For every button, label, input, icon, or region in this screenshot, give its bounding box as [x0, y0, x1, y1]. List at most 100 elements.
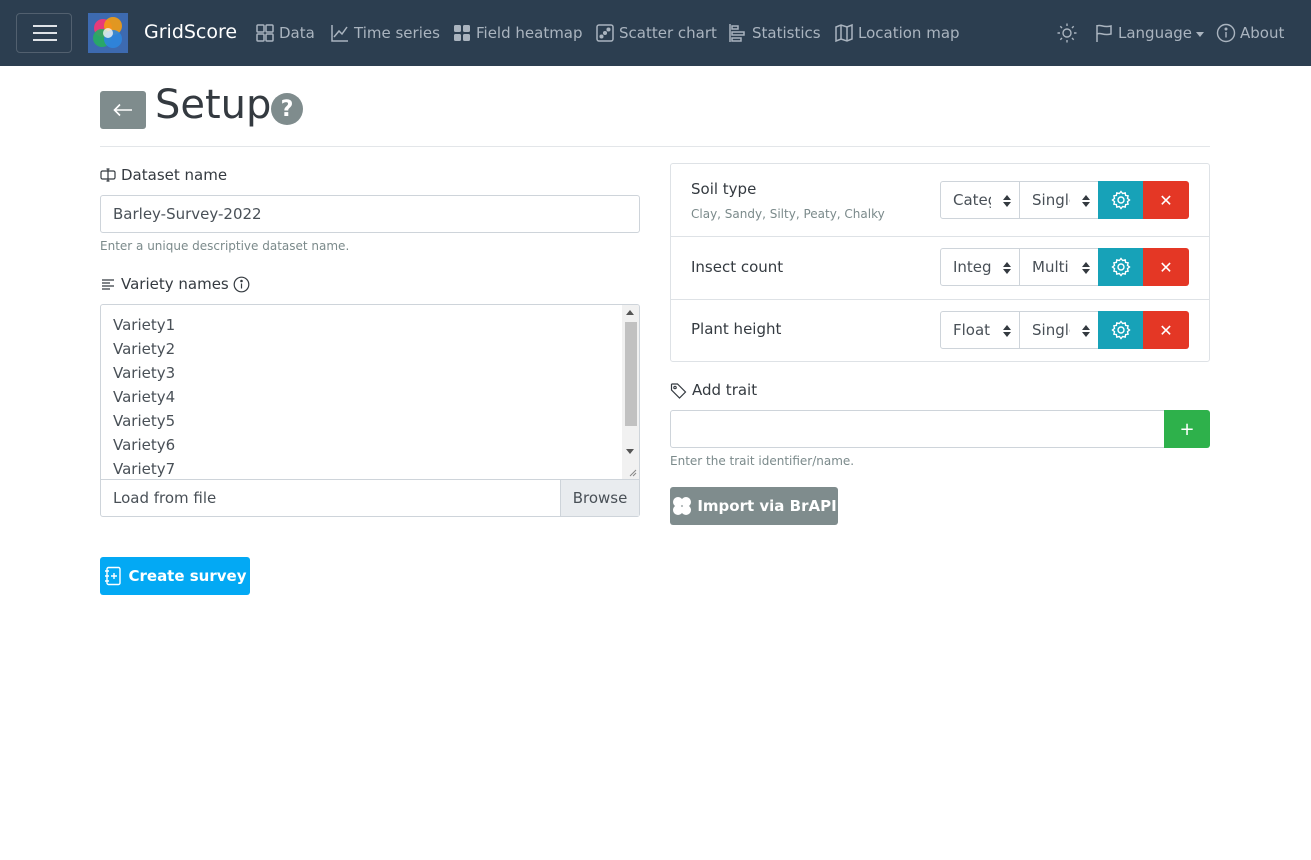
- select-arrows-icon: [1082, 195, 1090, 207]
- dataset-name-input[interactable]: Barley-Survey-2022: [100, 195, 640, 233]
- dataset-name-value: Barley-Survey-2022: [113, 205, 262, 223]
- nav-data-label: Data: [279, 24, 315, 42]
- nav-time-series-label: Time series: [354, 24, 440, 42]
- map-icon: [835, 23, 853, 43]
- close-icon: ✕: [1159, 257, 1173, 277]
- trait-settings-button[interactable]: [1098, 248, 1143, 286]
- help-button[interactable]: ?: [271, 93, 303, 125]
- create-survey-button[interactable]: Create survey: [100, 557, 250, 595]
- back-button[interactable]: [100, 91, 146, 129]
- delete-trait-button[interactable]: ✕: [1143, 248, 1189, 286]
- about-link[interactable]: About: [1216, 20, 1284, 46]
- allow-value: Multiple: [1032, 258, 1070, 276]
- add-trait-help: Enter the trait identifier/name.: [670, 454, 855, 468]
- allow-repeats-select[interactable]: Single: [1019, 311, 1099, 349]
- language-dropdown[interactable]: Language: [1094, 20, 1205, 46]
- gear-icon: [1110, 320, 1131, 340]
- variety-line: Variety1: [113, 316, 176, 334]
- caret-down-icon: [1196, 31, 1205, 37]
- trait-name: Insect count: [691, 258, 784, 276]
- brand-name[interactable]: GridScore: [144, 21, 237, 43]
- trait-row: Soil type Clay, Sandy, Silty, Peaty, Cha…: [671, 164, 1209, 237]
- datatype-value: Categorical: [953, 191, 991, 209]
- datatype-select[interactable]: Categorical: [940, 181, 1020, 219]
- add-trait-button[interactable]: +: [1164, 410, 1210, 448]
- nav-field-heatmap[interactable]: Field heatmap: [452, 20, 583, 46]
- journal-plus-icon: [105, 566, 122, 586]
- statistics-icon: [729, 24, 745, 42]
- trait-controls: Integer Multiple ✕: [940, 248, 1190, 286]
- add-trait-input[interactable]: [670, 410, 1165, 448]
- import-brapi-label: Import via BrAPI: [697, 497, 837, 515]
- browse-button[interactable]: Browse: [560, 480, 639, 516]
- nav-field-heatmap-label: Field heatmap: [476, 24, 583, 42]
- gear-icon: [1110, 190, 1131, 210]
- datatype-value: Float: [953, 321, 991, 339]
- variety-line: Variety4: [113, 388, 176, 406]
- close-icon: ✕: [1159, 320, 1173, 340]
- trait-list: Soil type Clay, Sandy, Silty, Peaty, Cha…: [670, 163, 1210, 362]
- nav-time-series[interactable]: Time series: [330, 20, 440, 46]
- plus-icon: +: [1179, 418, 1195, 440]
- nav-data[interactable]: Data: [255, 20, 315, 46]
- datatype-select[interactable]: Float: [940, 311, 1020, 349]
- gridscore-logo[interactable]: [88, 13, 128, 53]
- scatter-icon: [596, 24, 614, 42]
- scroll-down-arrow-icon[interactable]: [626, 449, 634, 454]
- import-brapi-button[interactable]: Import via BrAPI: [670, 487, 838, 525]
- nav-scatter-chart[interactable]: Scatter chart: [595, 20, 717, 46]
- select-arrows-icon: [1082, 262, 1090, 274]
- add-trait-label-text: Add trait: [692, 381, 758, 399]
- nav-location-map-label: Location map: [858, 24, 960, 42]
- trait-categories: Clay, Sandy, Silty, Peaty, Chalky: [691, 207, 885, 221]
- flag-icon: [1096, 24, 1112, 42]
- variety-line: Variety5: [113, 412, 176, 430]
- textarea-scrollbar[interactable]: [622, 305, 639, 479]
- select-arrows-icon: [1003, 325, 1011, 337]
- theme-toggle-button[interactable]: [1056, 20, 1082, 46]
- scroll-thumb[interactable]: [625, 322, 637, 426]
- variety-names-label-text: Variety names: [121, 275, 229, 293]
- line-chart-icon: [331, 25, 348, 42]
- delete-trait-button[interactable]: ✕: [1143, 311, 1189, 349]
- add-trait-label: Add trait: [670, 381, 757, 399]
- dataset-name-label: Dataset name: [100, 166, 227, 184]
- nav-location-map[interactable]: Location map: [834, 20, 960, 46]
- resize-grip-icon[interactable]: [627, 467, 637, 477]
- dataset-name-label-text: Dataset name: [121, 166, 228, 184]
- trait-settings-button[interactable]: [1098, 311, 1143, 349]
- variety-lines: Variety1 Variety2 Variety3 Variety4 Vari…: [113, 313, 176, 479]
- load-file-input[interactable]: Load from file Browse: [100, 479, 640, 517]
- info-circle-icon[interactable]: [233, 276, 250, 293]
- heatmap-icon: [454, 25, 470, 41]
- allow-value: Single: [1032, 191, 1070, 209]
- trait-name: Soil type: [691, 180, 757, 198]
- allow-repeats-select[interactable]: Multiple: [1019, 248, 1099, 286]
- allow-repeats-select[interactable]: Single: [1019, 181, 1099, 219]
- select-arrows-icon: [1003, 195, 1011, 207]
- trait-settings-button[interactable]: [1098, 181, 1143, 219]
- variety-names-textarea[interactable]: Variety1 Variety2 Variety3 Variety4 Vari…: [100, 304, 640, 480]
- file-placeholder: Load from file: [113, 489, 217, 507]
- data-grid-icon: [256, 24, 274, 42]
- scroll-up-arrow-icon[interactable]: [626, 310, 634, 315]
- nav-scatter-chart-label: Scatter chart: [619, 24, 717, 42]
- page-title: Setup: [155, 82, 272, 128]
- variety-line: Variety7: [113, 460, 176, 478]
- dataset-name-help: Enter a unique descriptive dataset name.: [100, 239, 350, 253]
- language-label: Language: [1118, 24, 1193, 42]
- menu-toggle-button[interactable]: [16, 13, 72, 53]
- datatype-value: Integer: [953, 258, 991, 276]
- datatype-select[interactable]: Integer: [940, 248, 1020, 286]
- variety-names-label: Variety names: [100, 275, 255, 293]
- sun-icon: [1057, 23, 1077, 43]
- info-icon: [1216, 23, 1236, 43]
- about-label: About: [1240, 24, 1285, 42]
- nav-statistics[interactable]: Statistics: [728, 20, 821, 46]
- nav-statistics-label: Statistics: [752, 24, 821, 42]
- brapi-clover-icon: [673, 497, 692, 515]
- input-cursor-icon: [100, 168, 116, 182]
- select-arrows-icon: [1082, 325, 1090, 337]
- close-icon: ✕: [1159, 190, 1173, 210]
- delete-trait-button[interactable]: ✕: [1143, 181, 1189, 219]
